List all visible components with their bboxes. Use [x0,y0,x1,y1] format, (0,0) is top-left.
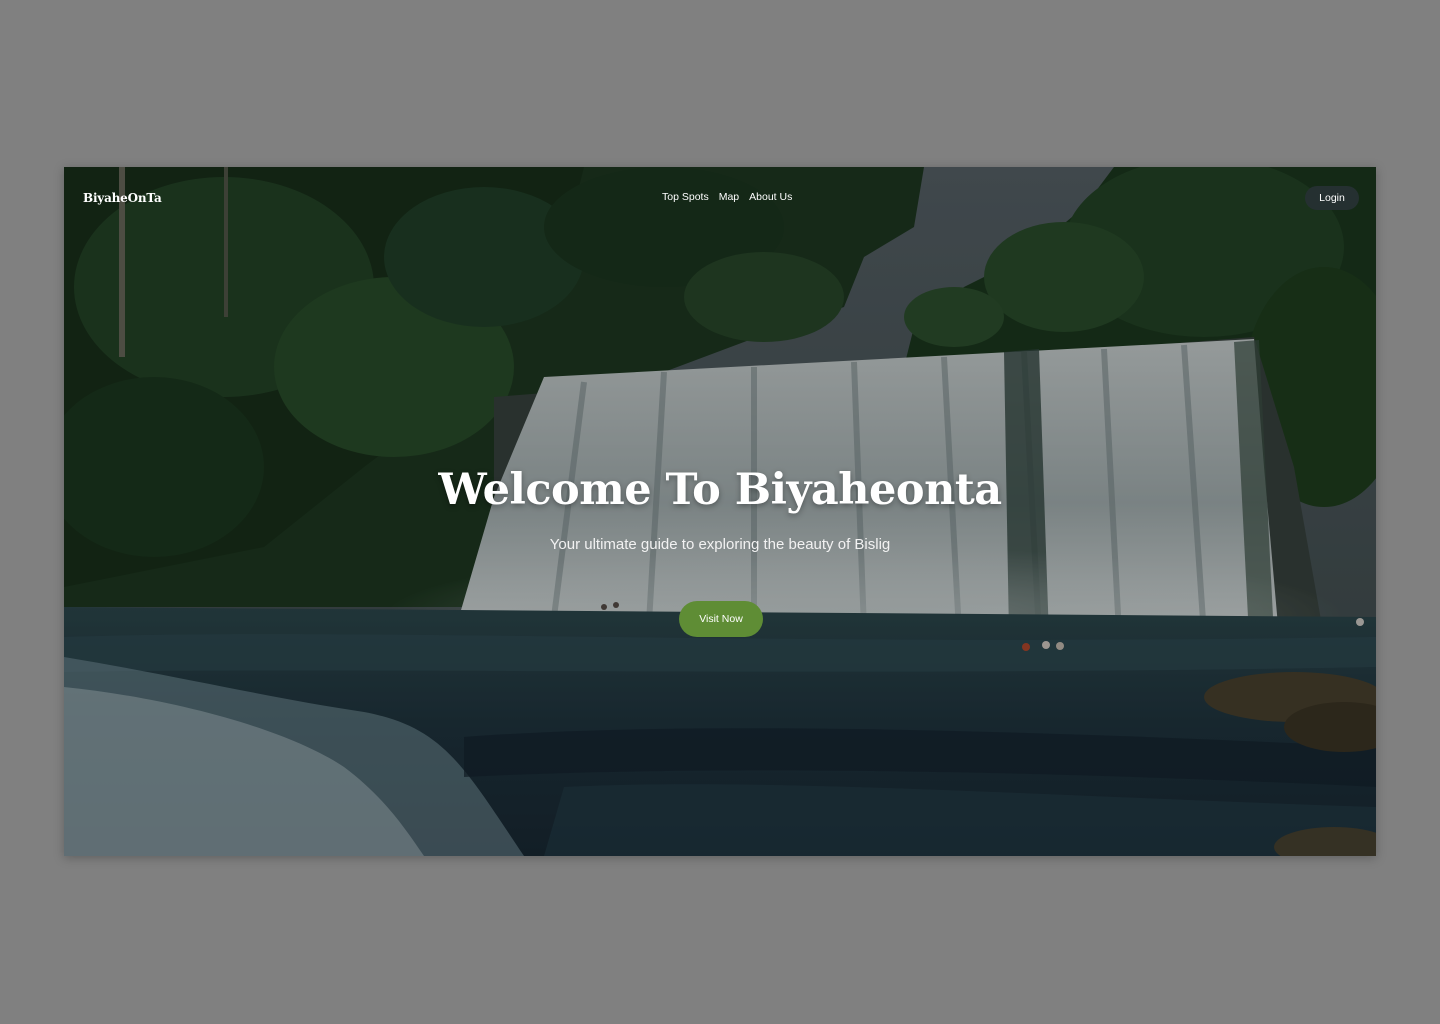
brand-logo[interactable]: BiyaheOnTa [83,191,162,205]
nav-link-map[interactable]: Map [719,191,739,203]
login-button[interactable]: Login [1305,186,1359,210]
main-nav: Top Spots Map About Us [662,191,792,203]
visit-now-button[interactable]: Visit Now [679,601,763,637]
hero-title: Welcome To Biyaheonta [438,465,1002,515]
nav-link-about-us[interactable]: About Us [749,191,792,203]
website-frame: BiyaheOnTa Top Spots Map About Us Login … [64,167,1376,856]
hero-subtitle: Your ultimate guide to exploring the bea… [549,536,891,553]
nav-link-top-spots[interactable]: Top Spots [662,191,709,203]
